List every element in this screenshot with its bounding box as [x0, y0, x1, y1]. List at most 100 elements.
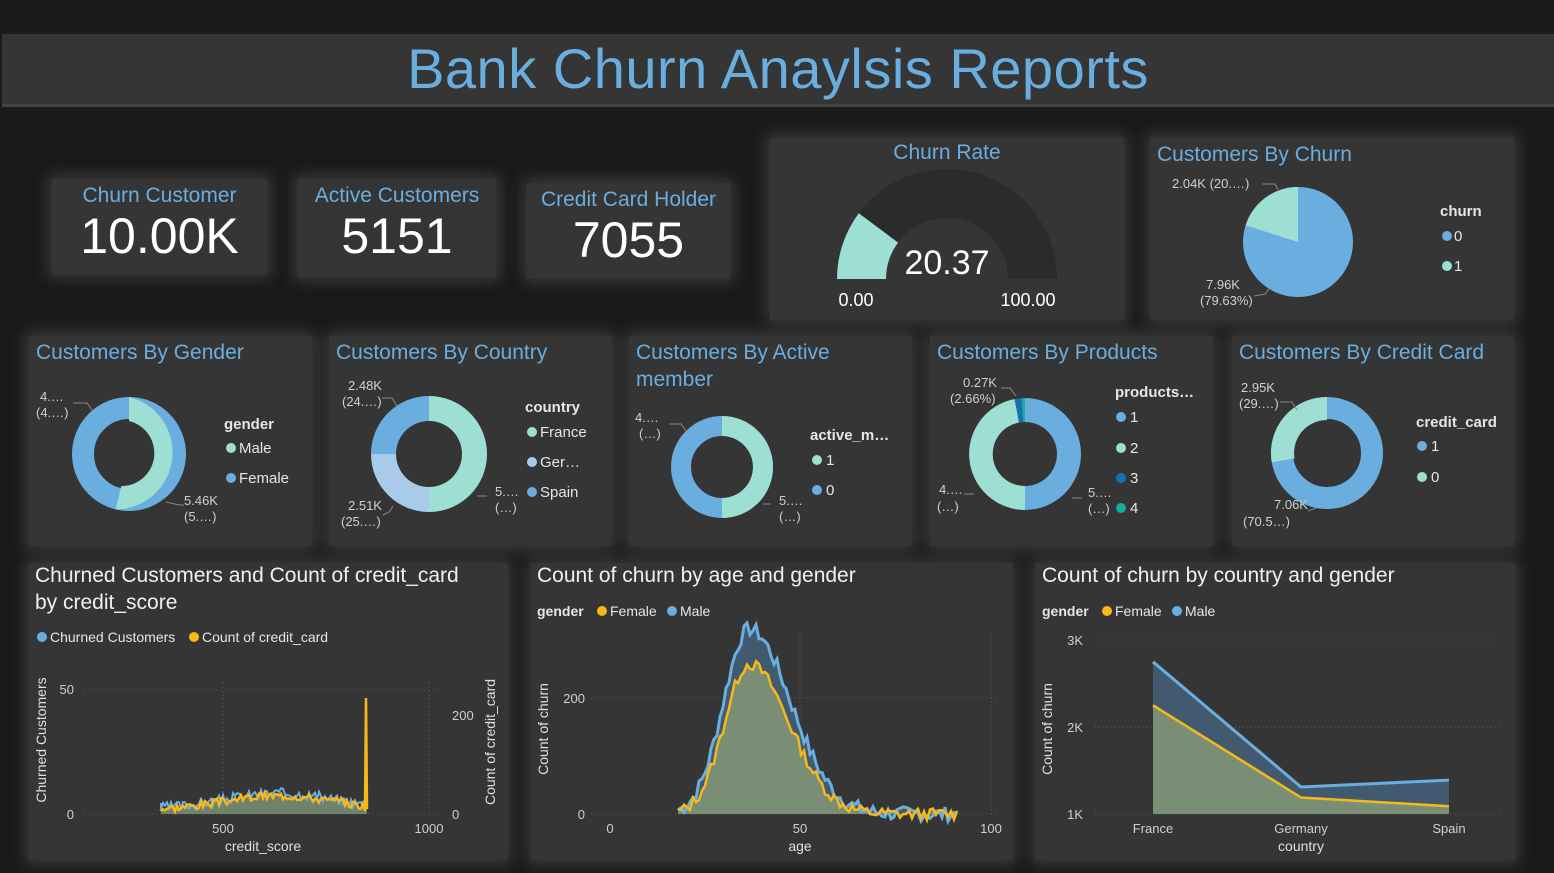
- customers-by-credit-card-card[interactable]: Customers By Credit Card 2.95K (29.…) 7.…: [1232, 336, 1514, 546]
- x-tick: 50: [793, 821, 807, 836]
- customers-by-gender-card[interactable]: Customers By Gender 4.… (4.…) 5.46K (5.……: [29, 336, 312, 546]
- legend-item[interactable]: France: [540, 424, 587, 441]
- legend-item[interactable]: 1: [1431, 438, 1439, 455]
- x-tick: France: [1133, 821, 1173, 836]
- legend-item[interactable]: Male: [1185, 603, 1216, 619]
- leader-line: [1262, 183, 1279, 191]
- legend-item[interactable]: 3: [1130, 470, 1138, 487]
- donut-label-b-pct: (…): [937, 499, 959, 514]
- leader-line: [1253, 287, 1271, 297]
- legend-item[interactable]: Count of credit_card: [202, 629, 328, 645]
- legend-item[interactable]: Male: [680, 603, 711, 619]
- age-gender-chart: Count of churn by age and gender gender …: [535, 564, 1002, 854]
- country-gender-chart-card[interactable]: Count of churn by country and gender gen…: [1035, 563, 1515, 860]
- legend-item[interactable]: Churned Customers: [50, 629, 175, 645]
- legend-item[interactable]: Female: [610, 603, 657, 619]
- leader-line: [165, 501, 184, 506]
- legend-item[interactable]: 2: [1130, 440, 1138, 457]
- donut-label-a-pct: (…): [639, 426, 661, 441]
- gender-donut-chart: 4.… (4.…) 5.46K (5.…) gender Male Female: [36, 389, 289, 524]
- donut-label-a-pct: (29.…): [1239, 396, 1279, 411]
- legend-item[interactable]: 0: [1431, 469, 1439, 486]
- kpi-label: Churn Customer: [82, 184, 237, 207]
- legend-swatch: [1172, 606, 1182, 616]
- legend-item[interactable]: Male: [239, 440, 272, 457]
- x-axis-title: age: [788, 838, 812, 854]
- donut-label-b: 5.…: [779, 493, 803, 508]
- customers-by-country-card[interactable]: Customers By Country 2.48K (24.…) 2.51K …: [329, 336, 612, 546]
- legend-item[interactable]: 0: [826, 482, 834, 499]
- legend-title: active_m…: [810, 427, 889, 444]
- legend-swatch: [1417, 472, 1427, 482]
- donut-label-b: 2.51K: [348, 498, 382, 513]
- y-tick: 50: [60, 682, 74, 697]
- legend-item-1[interactable]: 1: [1454, 258, 1462, 275]
- y2-tick: 200: [452, 708, 474, 723]
- legend-item[interactable]: Spain: [540, 484, 578, 501]
- legend-swatch: [812, 455, 822, 465]
- pie-label-0: 7.96K: [1206, 277, 1240, 292]
- legend-swatch: [189, 632, 199, 642]
- donut-label-b: 5.46K: [184, 493, 218, 508]
- pie-label-1: 2.04K (20.…): [1172, 176, 1249, 191]
- legend-swatch: [812, 485, 822, 495]
- legend-item-0[interactable]: 0: [1454, 228, 1462, 245]
- leader-line: [73, 402, 93, 411]
- x-axis-title: credit_score: [225, 838, 301, 854]
- credit-score-chart-card[interactable]: Churned Customers and Count of credit_ca…: [29, 563, 508, 860]
- churn-pie-chart: 2.04K (20.…) 7.96K (79.63%) churn 0 1: [1172, 176, 1482, 308]
- leader-line: [382, 505, 394, 516]
- legend-title: churn: [1440, 203, 1482, 220]
- age-gender-chart-card[interactable]: Count of churn by age and gender gender …: [531, 563, 1013, 860]
- y-tick: 2K: [1067, 720, 1083, 735]
- legend-item[interactable]: Female: [1115, 603, 1162, 619]
- kpi-value: 7055: [572, 212, 685, 268]
- y2-tick: 0: [452, 807, 459, 822]
- customers-by-churn-card[interactable]: Customers By Churn 2.04K (20.…) 7.96K (7…: [1150, 138, 1514, 320]
- legend-item[interactable]: Ger…: [540, 454, 580, 471]
- donut-label-c-pct: (…): [1088, 501, 1110, 516]
- donut-label-a: 2.95K: [1241, 380, 1275, 395]
- leader-line: [669, 423, 687, 432]
- legend-title: country: [525, 399, 581, 416]
- legend-swatch: [1442, 231, 1452, 241]
- legend-item[interactable]: Female: [239, 470, 289, 487]
- gauge-max: 100.00: [1000, 290, 1055, 310]
- legend-item[interactable]: 4: [1130, 500, 1138, 517]
- kpi-card-churn-customer[interactable]: Churn Customer 10.00K: [52, 179, 267, 274]
- donut-label-a: 2.48K: [348, 378, 382, 393]
- donut-label-a-pct: (4.…): [36, 405, 69, 420]
- title-bar: Bank Churn Anaylsis Reports: [2, 34, 1554, 107]
- kpi-card-active-customers[interactable]: Active Customers 5151: [298, 179, 496, 277]
- donut-label-b: 4.…: [939, 482, 963, 497]
- gauge-value: 20.37: [904, 244, 989, 282]
- legend-swatch: [527, 487, 537, 497]
- legend-swatch: [1116, 473, 1126, 483]
- legend-swatch: [1442, 261, 1452, 271]
- legend-swatch: [226, 443, 236, 453]
- donut-label-b-pct: (…): [779, 509, 801, 524]
- country-gender-chart: Count of churn by country and gender gen…: [1039, 564, 1500, 854]
- donut-label-c: 5.…: [1088, 485, 1112, 500]
- y2-axis-title: Count of credit_card: [482, 679, 498, 805]
- leader-line: [382, 397, 398, 407]
- y-tick: 0: [578, 807, 585, 822]
- donut-label-a: 0.27K: [963, 375, 997, 390]
- donut-slice-1: [1025, 398, 1081, 510]
- kpi-card-credit-card-holder[interactable]: Credit Card Holder 7055: [527, 183, 730, 278]
- customers-by-products-card[interactable]: Customers By Products 0.27K (2.66%) 4.… …: [930, 336, 1213, 546]
- donut-label-a: 4.…: [40, 389, 64, 404]
- legend-title: gender: [1042, 603, 1089, 619]
- churn-rate-card[interactable]: Churn Rate 20.37 0.00 100.00: [770, 138, 1124, 320]
- kpi-label: Credit Card Holder: [540, 188, 717, 211]
- customers-by-active-member-card[interactable]: Customers By Active member 4.… (…) 5.… (……: [629, 336, 912, 546]
- legend-item[interactable]: 1: [1130, 409, 1138, 426]
- country-donut-chart: 2.48K (24.…) 2.51K (25.…) 5.… (…) countr…: [341, 378, 587, 529]
- donut-label-b-pct: (25.…): [341, 514, 381, 529]
- x-tick: 100: [980, 821, 1002, 836]
- legend-item[interactable]: 1: [826, 452, 834, 469]
- legend-title: gender: [224, 416, 274, 433]
- page-title: Bank Churn Anaylsis Reports: [407, 37, 1149, 100]
- donut-label-b-pct: (5.…): [184, 509, 217, 524]
- churn-rate-gauge: Churn Rate 20.37 0.00 100.00: [837, 141, 1057, 310]
